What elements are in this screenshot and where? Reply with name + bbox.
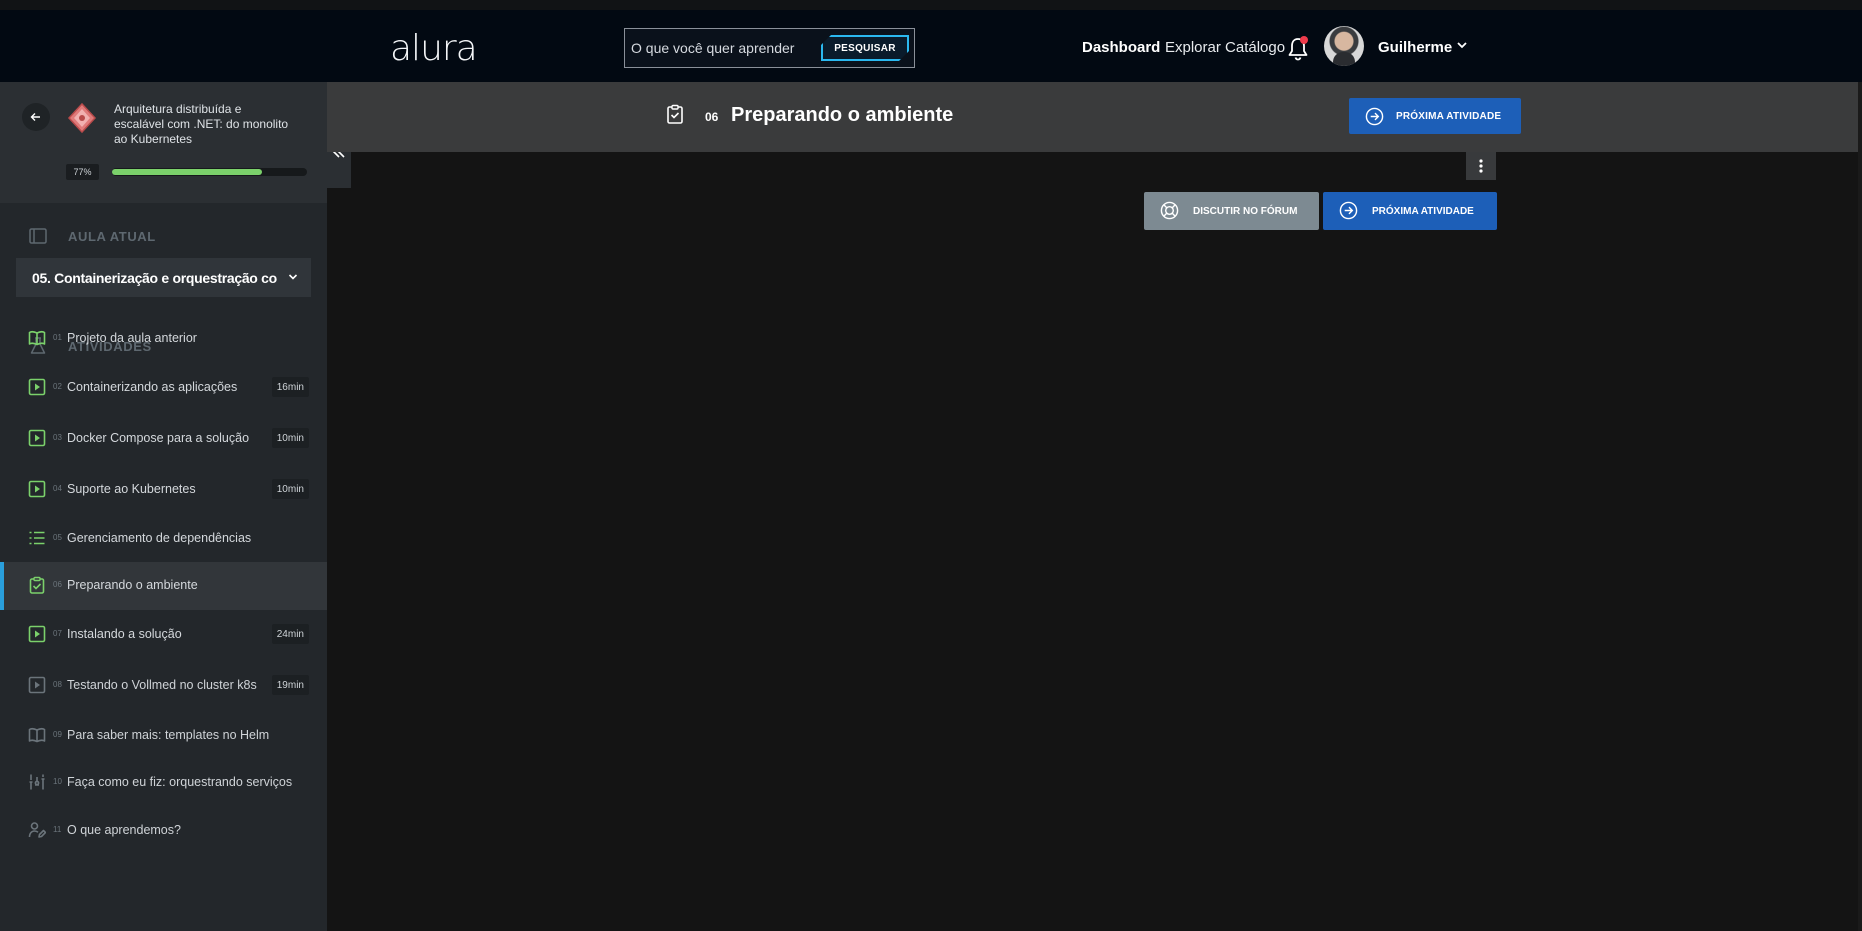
search-input[interactable] <box>631 29 811 67</box>
activity-item[interactable]: 06 Preparando o ambiente <box>0 562 327 610</box>
chevron-down-icon[interactable] <box>1455 38 1469 52</box>
clipboard-check-icon <box>667 104 683 124</box>
scrollbar-track[interactable] <box>1858 82 1862 931</box>
more-options-button[interactable] <box>1466 152 1496 180</box>
edit-person-icon <box>28 822 46 838</box>
video-icon <box>28 676 46 694</box>
lifebuoy-icon <box>1160 201 1179 220</box>
course-badge-icon <box>67 102 97 134</box>
back-button[interactable] <box>22 103 50 131</box>
activity-item[interactable]: 05 Gerenciamento de dependências <box>0 515 327 563</box>
alura-logo[interactable]: alura <box>390 28 478 69</box>
video-icon <box>28 480 46 498</box>
activity-label: Projeto da aula anterior <box>67 331 197 345</box>
activity-item[interactable]: 07 Instalando a solução 24min <box>0 611 327 659</box>
activity-duration-badge: 19min <box>271 675 309 695</box>
activity-number: 06 <box>53 580 62 589</box>
activity-label: O que aprendemos? <box>67 823 181 837</box>
next-activity-label: PRÓXIMA ATIVIDADE <box>1372 205 1474 217</box>
activity-number: 02 <box>53 382 62 391</box>
activity-label: Suporte ao Kubernetes <box>67 482 196 496</box>
activity-label: Preparando o ambiente <box>67 578 198 592</box>
search-box: PESQUISAR <box>624 28 915 68</box>
activity-number: 05 <box>53 533 62 542</box>
course-title[interactable]: Arquitetura distribuída e escalável com … <box>114 102 294 147</box>
video-icon <box>28 378 46 396</box>
course-sidebar: Arquitetura distribuída e escalável com … <box>0 82 351 931</box>
book-open-icon <box>28 331 46 346</box>
activity-number: 08 <box>53 680 62 689</box>
activity-duration-badge: 10min <box>271 428 309 448</box>
activity-label: Docker Compose para a solução <box>67 431 250 445</box>
course-progress-fill <box>112 169 263 175</box>
activity-label: Faça como eu fiz: orquestrando serviços <box>67 775 293 789</box>
activity-number: 10 <box>53 777 62 786</box>
activity-header-bar <box>327 82 1862 152</box>
course-header: Arquitetura distribuída e escalável com … <box>0 82 327 203</box>
activity-number: 03 <box>53 433 62 442</box>
book-open-icon <box>28 728 46 743</box>
progress-percent-badge: 77% <box>66 164 99 180</box>
activity-number: 07 <box>53 629 62 638</box>
top-navigation-bar: alura PESQUISAR Dashboard Explorar Catál… <box>0 10 1862 82</box>
search-button[interactable]: PESQUISAR <box>821 35 909 61</box>
activity-item[interactable]: 11 O que aprendemos? <box>0 807 327 855</box>
course-progress-bar <box>112 168 307 176</box>
next-activity-button[interactable]: PRÓXIMA ATIVIDADE <box>1323 192 1497 230</box>
book-icon <box>29 228 47 244</box>
current-lesson-select[interactable]: 05. Containerização e orquestração com D… <box>16 258 311 297</box>
nav-explore-catalog-link[interactable]: Explorar Catálogo <box>1165 39 1285 56</box>
activity-number: 01 <box>53 333 62 342</box>
user-name[interactable]: Guilherme <box>1378 39 1452 56</box>
kebab-menu-icon <box>1479 159 1483 173</box>
clipboard-check-icon <box>29 576 45 594</box>
list-icon <box>29 531 45 545</box>
activity-label: Containerizando as aplicações <box>67 380 238 394</box>
activity-duration-badge: 24min <box>271 624 309 644</box>
video-icon <box>28 625 46 643</box>
activity-number: 06 <box>705 110 719 124</box>
activity-item[interactable]: 10 Faça como eu fiz: orquestrando serviço… <box>0 759 327 807</box>
activity-label: Testando o Vollmed no cluster k8s <box>67 678 257 692</box>
activity-duration-badge: 10min <box>271 479 309 499</box>
arrow-right-circle-icon <box>1339 201 1358 220</box>
activity-item[interactable]: 02 Containerizando as aplicações 16min <box>0 364 327 412</box>
activity-duration-badge: 16min <box>271 377 309 397</box>
current-lesson-header: AULA ATUAL <box>68 229 156 244</box>
discuss-forum-label: DISCUTIR NO FÓRUM <box>1193 205 1298 217</box>
tools-icon <box>29 774 45 790</box>
activity-item[interactable]: 01 Projeto da aula anterior <box>0 315 327 363</box>
window-top-strip <box>0 0 1862 10</box>
arrow-right-circle-icon <box>1365 107 1384 126</box>
activity-item[interactable]: 04 Suporte ao Kubernetes 10min <box>0 466 327 514</box>
arrow-left-icon <box>30 113 40 121</box>
activity-label: Instalando a solução <box>67 627 182 641</box>
avatar[interactable] <box>1324 26 1364 66</box>
activity-number: 11 <box>53 825 62 834</box>
activity-item[interactable]: 08 Testando o Vollmed no cluster k8s 19min <box>0 662 327 710</box>
activity-number: 09 <box>53 730 62 739</box>
activity-item[interactable]: 09 Para saber mais: templates no Helm <box>0 712 327 760</box>
chevron-down-icon <box>288 274 298 280</box>
next-activity-label: PRÓXIMA ATIVIDADE <box>1396 110 1502 122</box>
nav-dashboard-link[interactable]: Dashboard <box>1082 39 1160 56</box>
current-lesson-value: 05. Containerização e orquestração com D… <box>32 269 277 286</box>
video-icon <box>28 429 46 447</box>
activity-item[interactable]: 03 Docker Compose para a solução 10min <box>0 415 327 463</box>
activity-number: 04 <box>53 484 62 493</box>
notification-badge <box>1300 36 1308 44</box>
next-activity-button-header[interactable]: PRÓXIMA ATIVIDADE <box>1349 98 1521 134</box>
activity-label: Para saber mais: templates no Helm <box>67 728 270 742</box>
discuss-forum-button[interactable]: DISCUTIR NO FÓRUM <box>1144 192 1319 230</box>
activity-label: Gerenciamento de dependências <box>67 531 252 545</box>
page-title: Preparando o ambiente <box>731 104 954 126</box>
